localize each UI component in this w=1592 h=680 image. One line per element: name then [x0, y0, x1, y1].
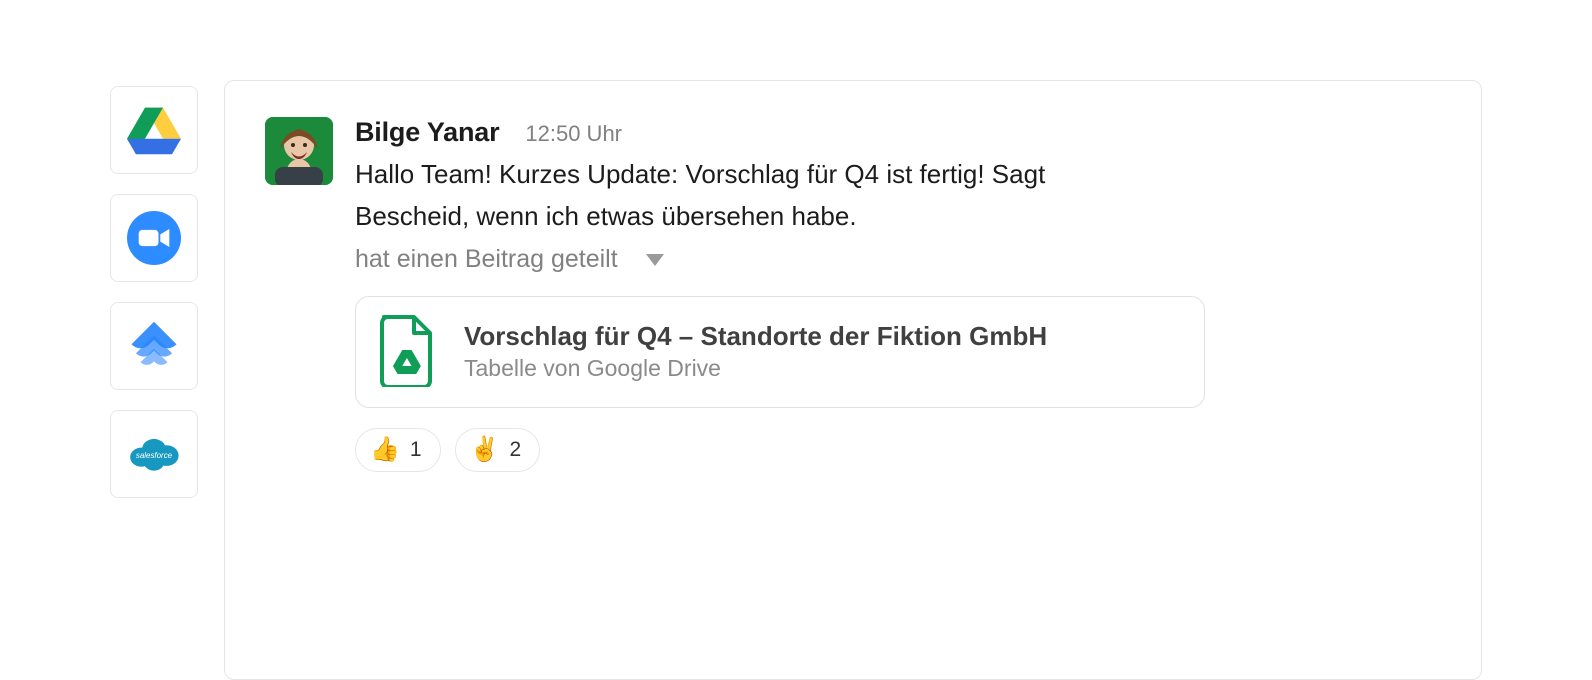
reaction-victory-hand[interactable]: ✌️ 2 [455, 428, 541, 472]
thumbs-up-icon: 👍 [370, 438, 400, 462]
attachment-title: Vorschlag für Q4 – Standorte der Fiktion… [464, 321, 1047, 352]
attachment-text: Vorschlag für Q4 – Standorte der Fiktion… [464, 321, 1047, 382]
author-name[interactable]: Bilge Yanar [355, 117, 499, 148]
attachment-subtitle: Tabelle von Google Drive [464, 355, 1047, 382]
app-zoom[interactable] [110, 194, 198, 282]
message-card: Bilge Yanar 12:50 Uhr Hallo Team! Kurzes… [224, 80, 1482, 680]
reactions: 👍 1 ✌️ 2 [355, 428, 1433, 472]
slack-message-preview: salesforce Bilg [0, 0, 1592, 680]
message-text: Hallo Team! Kurzes Update: Vorschlag für… [355, 154, 1135, 237]
app-google-drive[interactable] [110, 86, 198, 174]
reaction-count: 2 [509, 438, 521, 462]
message-header: Bilge Yanar 12:50 Uhr [355, 117, 1433, 148]
svg-text:salesforce: salesforce [136, 451, 173, 460]
jira-icon [127, 319, 181, 373]
app-salesforce[interactable]: salesforce [110, 410, 198, 498]
message-body: Bilge Yanar 12:50 Uhr Hallo Team! Kurzes… [355, 117, 1433, 472]
reaction-thumbs-up[interactable]: 👍 1 [355, 428, 441, 472]
attachment-card[interactable]: Vorschlag für Q4 – Standorte der Fiktion… [355, 296, 1205, 408]
google-drive-icon [127, 103, 181, 157]
timestamp: 12:50 Uhr [525, 121, 622, 147]
shared-indicator[interactable]: hat einen Beitrag geteilt [355, 245, 1433, 274]
avatar[interactable] [265, 117, 333, 185]
zoom-icon [127, 211, 181, 265]
salesforce-icon: salesforce [127, 427, 181, 481]
message: Bilge Yanar 12:50 Uhr Hallo Team! Kurzes… [265, 117, 1433, 472]
chevron-down-icon [646, 254, 664, 266]
shared-label: hat einen Beitrag geteilt [355, 245, 618, 274]
reaction-count: 1 [410, 438, 422, 462]
app-jira[interactable] [110, 302, 198, 390]
app-rail: salesforce [110, 80, 198, 680]
victory-hand-icon: ✌️ [470, 438, 500, 462]
google-drive-file-icon [378, 315, 434, 387]
